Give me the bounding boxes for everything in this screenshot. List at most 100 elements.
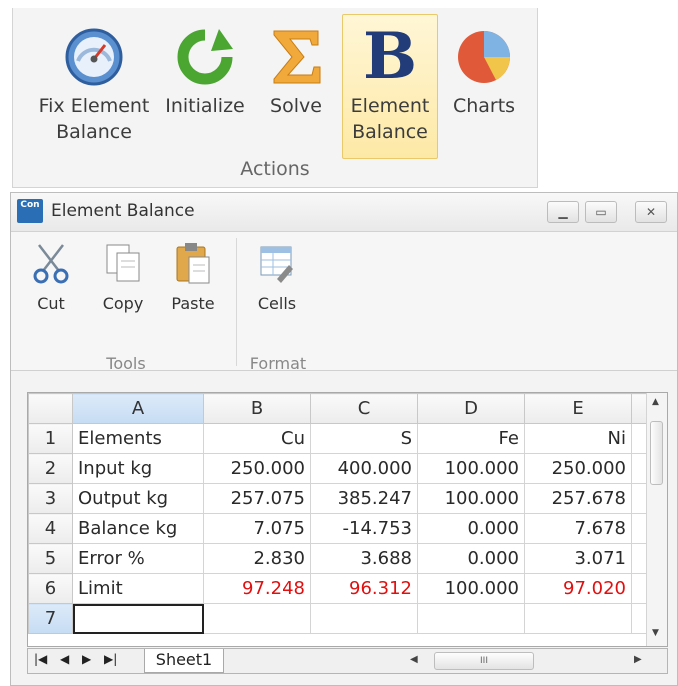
cell-b6[interactable]: 97.248 [203,573,311,604]
spreadsheet-grid[interactable]: A B C D E 1 Elements Cu S Fe Ni 2 Input kg 250.000 400… [27,392,668,647]
cell-e1[interactable]: Ni [524,423,632,454]
copy-label: Copy [102,294,144,313]
initialize-label: Initialize [165,95,245,117]
element-balance-button[interactable]: B Element Balance [342,14,438,159]
cell-b2[interactable]: 250.000 [203,453,311,484]
cell-d1[interactable]: Fe [417,423,525,454]
actions-ribbon: Fix Element Balance Initialize Solve B E… [12,8,538,188]
cell-b3[interactable]: 257.075 [203,483,311,514]
column-header-a[interactable]: A [72,393,204,424]
table-row: 6 Limit 97.248 96.312 100.000 97.020 [28,573,649,604]
cell-d7[interactable] [417,603,525,634]
last-sheet-icon[interactable]: ▶| [104,652,117,666]
cell-b1[interactable]: Cu [203,423,311,454]
vertical-scroll-thumb[interactable] [650,421,663,485]
fix-element-balance-button[interactable]: Fix Element Balance [19,14,169,159]
cell-a4[interactable]: Balance kg [72,513,204,544]
charts-label: Charts [452,95,516,117]
initialize-button[interactable]: Initialize [159,14,251,159]
paste-button[interactable]: Paste [165,238,221,328]
sheet-table: A B C D E 1 Elements Cu S Fe Ni 2 Input kg 250.000 400… [28,393,649,634]
horizontal-scroll-thumb[interactable]: III [434,652,534,670]
scroll-right-icon[interactable]: ▶ [634,654,642,665]
cell-e2[interactable]: 250.000 [524,453,632,484]
previous-sheet-icon[interactable]: ◀ [60,652,69,666]
scroll-down-icon[interactable]: ▼ [652,628,659,638]
element-balance-label: Element Balance [350,95,430,143]
cell-b5[interactable]: 2.830 [203,543,311,574]
cell-d6[interactable]: 100.000 [417,573,525,604]
cell-d3[interactable]: 100.000 [417,483,525,514]
vertical-scrollbar[interactable]: ▲ ▼ [646,393,667,646]
sheet-navigation-bar: |◀ ◀ ▶ ▶| Sheet1 ◀ III ▶ [27,648,668,674]
cell-b7[interactable] [203,603,311,634]
row-header[interactable]: 4 [28,513,73,544]
cell-e3[interactable]: 257.678 [524,483,632,514]
cell-c6[interactable]: 96.312 [310,573,418,604]
cell-d4[interactable]: 0.000 [417,513,525,544]
cell-d2[interactable]: 100.000 [417,453,525,484]
cell-e5[interactable]: 3.071 [524,543,632,574]
table-row: 7 [28,603,649,634]
cell-c1[interactable]: S [310,423,418,454]
window-title: Element Balance [51,201,195,221]
cell-a6[interactable]: Limit [72,573,204,604]
row-header[interactable]: 1 [28,423,73,454]
refresh-icon [173,25,237,89]
next-sheet-icon[interactable]: ▶ [82,652,91,666]
scroll-left-icon[interactable]: ◀ [410,654,418,665]
cell-b4[interactable]: 7.075 [203,513,311,544]
copy-button[interactable]: Copy [95,238,151,328]
cells-icon [255,238,299,288]
cell-a1[interactable]: Elements [72,423,204,454]
cell-e6[interactable]: 97.020 [524,573,632,604]
close-button[interactable]: ✕ [635,201,667,223]
scroll-up-icon[interactable]: ▲ [652,397,659,407]
solve-button[interactable]: Solve [256,14,336,159]
title-bar[interactable]: Con Element Balance ▁ ▭ ✕ [11,193,677,232]
column-header-e[interactable]: E [524,393,632,424]
cell-a2[interactable]: Input kg [72,453,204,484]
paste-icon [171,238,215,288]
ribbon-separator [236,238,237,366]
cell-a5[interactable]: Error % [72,543,204,574]
row-header[interactable]: 7 [28,603,73,634]
row-header[interactable]: 6 [28,573,73,604]
cell-e4[interactable]: 7.678 [524,513,632,544]
cell-a7[interactable] [72,603,204,634]
cell-c4[interactable]: -14.753 [310,513,418,544]
cell-a3[interactable]: Output kg [72,483,204,514]
row-header[interactable]: 3 [28,483,73,514]
row-header[interactable]: 2 [28,453,73,484]
cell-d5[interactable]: 0.000 [417,543,525,574]
cut-button[interactable]: Cut [23,238,79,328]
actions-group-caption: Actions [240,158,310,180]
cell-c7[interactable] [310,603,418,634]
charts-button[interactable]: Charts [443,14,525,159]
cell-c5[interactable]: 3.688 [310,543,418,574]
cells-label: Cells [257,294,297,313]
cells-button[interactable]: Cells [249,238,305,328]
bold-b-icon: B [362,19,418,94]
column-header-c[interactable]: C [310,393,418,424]
maximize-button[interactable]: ▭ [585,201,617,223]
format-group-caption: Format [249,354,307,373]
sheet-tab[interactable]: Sheet1 [144,649,224,673]
sigma-icon [264,25,328,89]
row-header[interactable]: 5 [28,543,73,574]
horizontal-scrollbar[interactable]: ◀ III ▶ [398,652,648,670]
select-all-corner[interactable] [28,393,73,424]
gauge-icon [62,25,126,89]
cell-c2[interactable]: 400.000 [310,453,418,484]
cell-c3[interactable]: 385.247 [310,483,418,514]
paste-label: Paste [171,294,215,313]
tools-group-caption: Tools [106,354,146,373]
fix-element-balance-label: Fix Element Balance [38,95,150,143]
first-sheet-icon[interactable]: |◀ [34,652,47,666]
cell-e7[interactable] [524,603,632,634]
table-row: 1 Elements Cu S Fe Ni [28,423,649,454]
minimize-button[interactable]: ▁ [547,201,579,223]
column-header-b[interactable]: B [203,393,311,424]
column-header-d[interactable]: D [417,393,525,424]
table-row: 5 Error % 2.830 3.688 0.000 3.071 [28,543,649,574]
